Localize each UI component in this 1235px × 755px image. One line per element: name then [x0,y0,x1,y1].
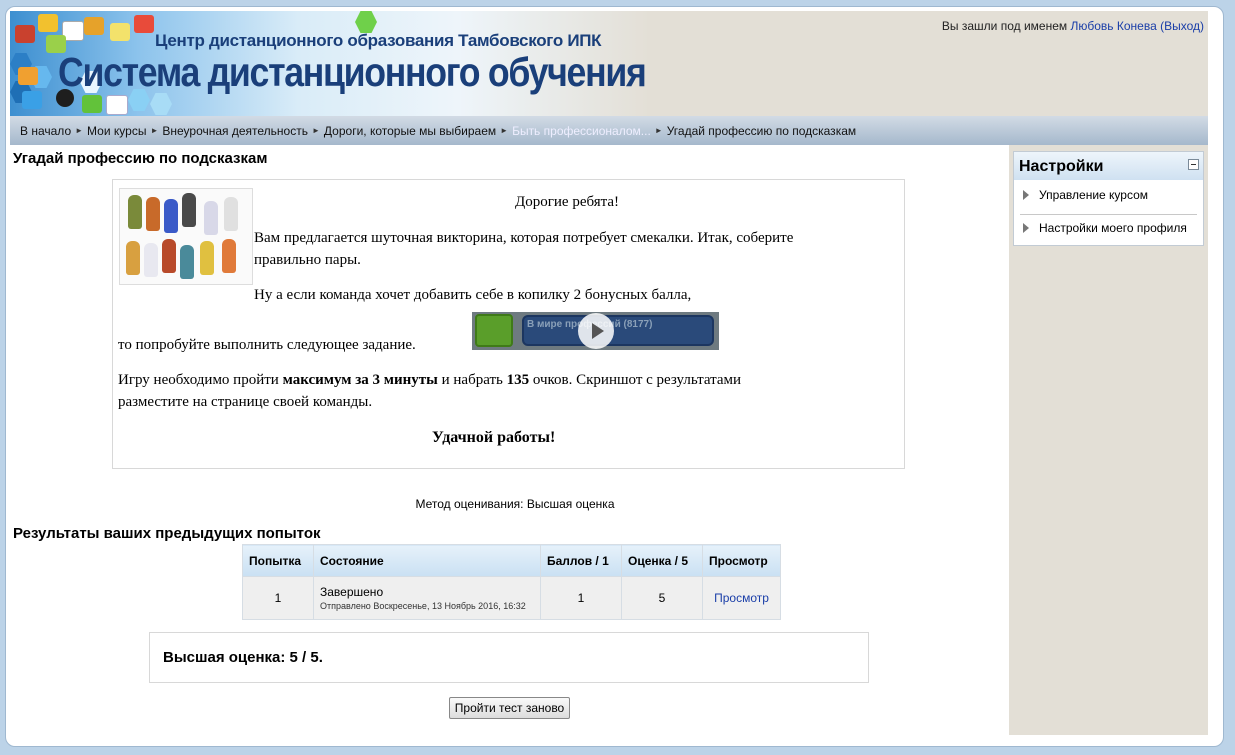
video-player[interactable]: В мире профессий (8177) [472,312,719,350]
breadcrumb-separator-icon: ► [311,126,320,135]
breadcrumb-separator-icon: ► [654,126,663,135]
attempt-state: Завершено [320,585,384,599]
breadcrumb-current-quiz: Угадай профессию по подсказкам [666,123,857,138]
banner-subtitle: Центр дистанционного образования Тамбовс… [155,31,602,50]
settings-header: Настройки [1014,152,1203,180]
breadcrumb-separator-icon: ► [500,126,509,135]
settings-item-label: Управление курсом [1039,188,1149,202]
settings-item-label: Настройки моего профиля [1039,221,1187,235]
best-grade: Высшая оценка: 5 / 5. [163,649,323,666]
settings-item-course-admin[interactable]: Управление курсом [1023,188,1148,202]
attempt-state-cell: Завершено Отправлено Воскресенье, 13 Ноя… [313,576,541,620]
breadcrumb-my-courses[interactable]: Мои курсы [87,124,146,138]
attempt-marks: 1 [540,576,622,620]
review-cell: Просмотр [702,576,781,620]
attempts-table: Попытка Состояние Баллов / 1 Оценка / 5 … [242,544,781,620]
site-banner: Центр дистанционного образования Тамбовс… [10,11,650,116]
intro-greeting: Дорогие ребята! [515,194,620,210]
login-info: Вы зашли под именем Любовь Конева (Выход… [942,19,1204,33]
video-thumbnail [475,314,513,347]
table-row: 1 Завершено Отправлено Воскресенье, 13 Н… [242,576,781,620]
play-icon[interactable] [578,313,614,349]
column-header: Оценка / 5 [621,544,703,577]
settings-item-profile[interactable]: Настройки моего профиля [1023,221,1187,235]
rules-time-limit: максимум за 3 минуты [282,372,438,388]
breadcrumb-home[interactable]: В начало [20,124,71,138]
rules-text: очков. Скриншот с результатами [529,372,742,388]
good-luck-text: Удачной работы! [432,429,556,446]
divider [1020,214,1197,215]
breadcrumb-separator-icon: ► [75,126,84,135]
rules-text: Игру необходимо пройти [118,372,283,388]
page-title: Угадай профессию по подсказкам [13,150,268,167]
breadcrumb-separator-icon: ► [150,126,159,135]
intro-line3: то попробуйте выполнить следующее задани… [118,337,416,353]
table-header-row: Попытка Состояние Баллов / 1 Оценка / 5 … [242,544,781,577]
banner-title: Система дистанционного обучения [58,49,647,95]
expand-arrow-icon [1023,190,1029,200]
attempt-submitted-date: Отправлено Воскресенье, 13 Ноябрь 2016, … [320,601,526,611]
attempt-number: 1 [242,576,314,620]
attempt-grade: 5 [621,576,703,620]
intro-rules: Игру необходимо пройти максимум за 3 мин… [118,372,741,389]
settings-block: Настройки Управление курсом Настройки мо… [1013,151,1204,246]
column-header: Попытка [242,544,314,577]
intro-line2: Ну а если команда хочет добавить себе в … [254,287,692,303]
rules-points: 135 [506,372,530,388]
breadcrumb-extracurricular[interactable]: Внеурочная деятельность [162,124,308,138]
rules-text: и набрать [437,372,507,388]
site-header: Центр дистанционного образования Тамбовс… [10,11,1208,116]
breadcrumb: В начало ► Мои курсы ► Внеурочная деятел… [10,116,1208,145]
collapse-icon[interactable] [1188,159,1199,170]
review-link[interactable]: Просмотр [714,591,769,605]
logout-link[interactable]: (Выход) [1160,19,1204,33]
breadcrumb-course[interactable]: Дороги, которые мы выбираем [324,124,496,138]
quiz-intro-box: Дорогие ребята! Вам предлагается шуточна… [112,179,905,469]
results-heading: Результаты ваших предыдущих попыток [13,525,321,542]
intro-line1b: правильно пары. [254,252,361,268]
breadcrumb-section[interactable]: Быть профессионалом... [512,124,651,138]
professions-illustration [119,188,253,285]
retry-quiz-button[interactable]: Пройти тест заново [449,697,570,719]
grading-method: Метод оценивания: Высшая оценка [415,497,615,511]
right-sidebar: Настройки Управление курсом Настройки мо… [1009,145,1208,735]
intro-line1: Вам предлагается шуточная викторина, кот… [254,230,794,246]
column-header: Баллов / 1 [540,544,622,577]
column-header: Просмотр [702,544,781,577]
expand-arrow-icon [1023,223,1029,233]
best-grade-box: Высшая оценка: 5 / 5. [149,632,869,683]
settings-title: Настройки [1019,158,1104,175]
intro-rules-cont: разместите на странице своей команды. [118,394,373,410]
login-prefix: Вы зашли под именем [941,19,1068,33]
user-name-link[interactable]: Любовь Конева [1070,19,1156,33]
column-header: Состояние [313,544,541,577]
